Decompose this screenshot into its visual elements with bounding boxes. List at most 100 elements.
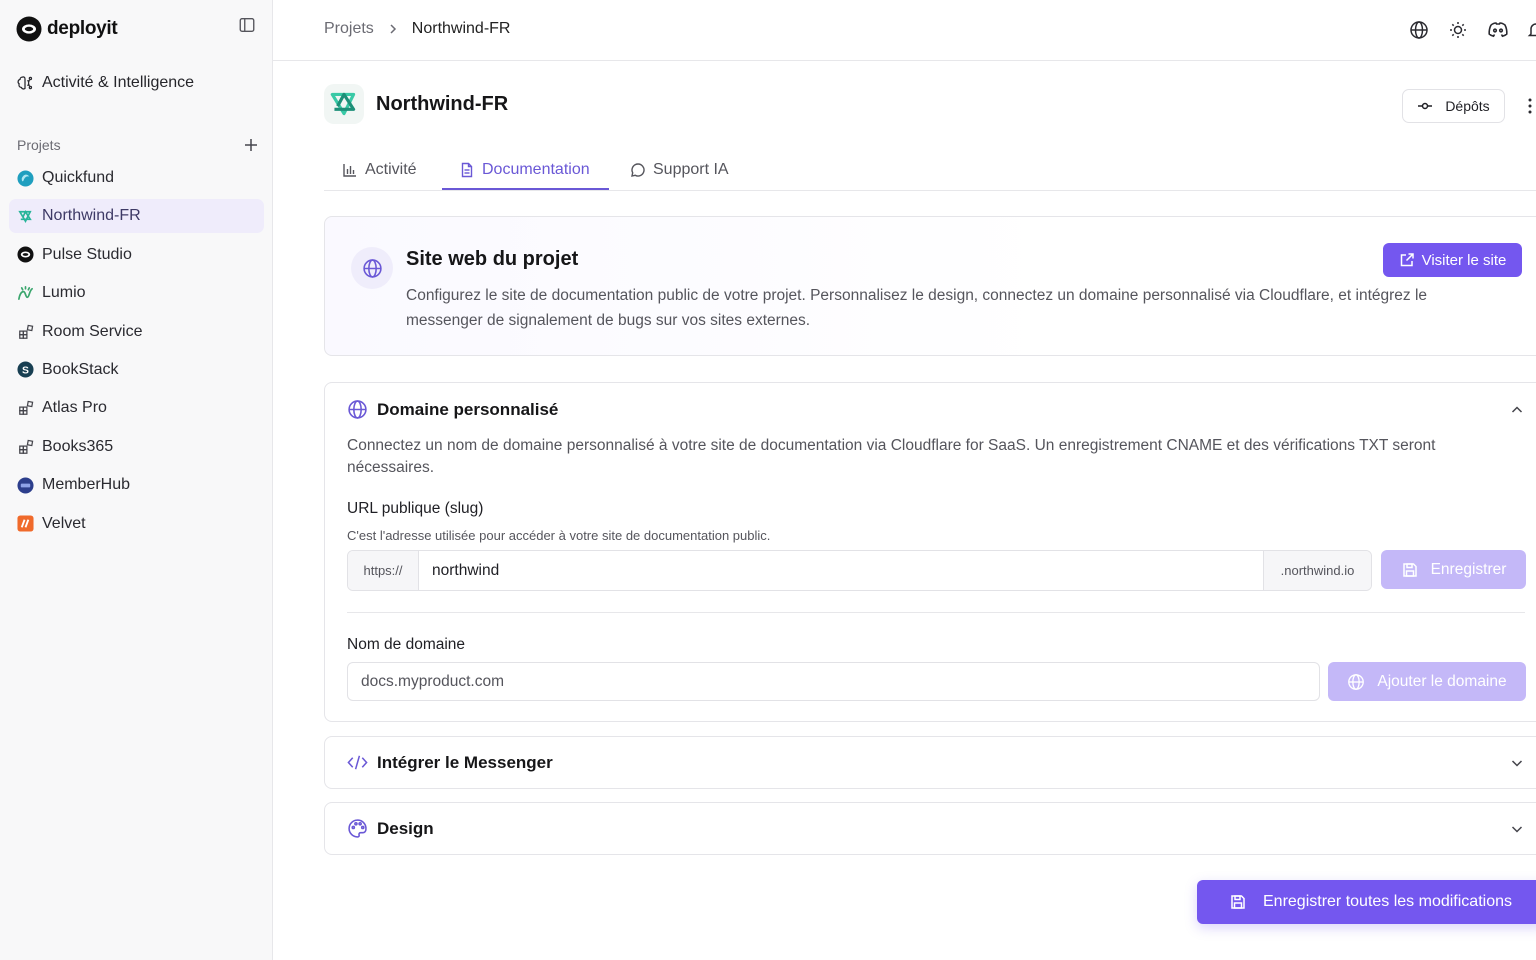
project-list: Quickfund Northwind-FR Pulse Studio Lumi… bbox=[9, 161, 264, 545]
pulse-logo-icon bbox=[17, 246, 34, 263]
chevron-down-icon[interactable] bbox=[1509, 821, 1525, 837]
visit-site-button[interactable]: Visiter le site bbox=[1383, 243, 1522, 277]
bar-chart-icon bbox=[343, 163, 356, 177]
nav-activity-label: Activité & Intelligence bbox=[42, 74, 195, 91]
lumio-logo-icon bbox=[17, 285, 34, 302]
project-label: Quickfund bbox=[42, 169, 115, 186]
project-label: Room Service bbox=[42, 322, 143, 340]
add-domain-button[interactable]: Ajouter le domaine bbox=[1328, 662, 1526, 701]
globe-icon bbox=[348, 400, 367, 419]
sidebar-project-room-service[interactable]: Room Service bbox=[9, 315, 264, 349]
site-card-description: Configurez le site de documentation publ… bbox=[406, 287, 1428, 329]
custom-domain-description: Connectez un nom de domaine personnalisé… bbox=[347, 437, 1436, 476]
save-slug-button[interactable]: Enregistrer bbox=[1381, 550, 1526, 589]
palette-icon bbox=[348, 819, 367, 838]
globe-icon bbox=[1348, 673, 1365, 690]
brand[interactable]: deployit bbox=[16, 16, 118, 42]
slug-input-group: https:// .northwind.io bbox=[347, 550, 1372, 591]
project-label: BookStack bbox=[42, 360, 119, 378]
brand-name: deployit bbox=[47, 18, 118, 39]
add-project-plus-icon[interactable] bbox=[243, 137, 259, 153]
sidebar-project-northwind-fr[interactable]: Northwind-FR bbox=[9, 199, 264, 234]
custom-domain-header[interactable]: Domaine personnalisé bbox=[347, 399, 558, 420]
code-icon bbox=[347, 755, 368, 770]
design-header[interactable]: Design bbox=[347, 818, 434, 839]
add-domain-label: Ajouter le domaine bbox=[1377, 672, 1507, 690]
active-tab-indicator bbox=[442, 188, 609, 190]
globe-icon bbox=[351, 247, 393, 289]
slug-help-text: C'est l'adresse utilisée pour accéder à … bbox=[347, 528, 771, 543]
project-label: MemberHub bbox=[42, 476, 131, 494]
project-grid-icon bbox=[17, 400, 34, 417]
sidebar-project-velvet[interactable]: Velvet bbox=[9, 507, 264, 541]
brain-icon bbox=[17, 76, 33, 90]
projects-title: Projets bbox=[17, 137, 61, 153]
domain-name-input[interactable] bbox=[347, 662, 1320, 701]
document-icon bbox=[461, 162, 473, 177]
discord-icon[interactable] bbox=[1487, 20, 1508, 40]
sidebar-project-bookstack[interactable]: S BookStack bbox=[9, 353, 264, 387]
bell-icon[interactable] bbox=[1526, 20, 1536, 40]
site-card-title: Site web du projet bbox=[406, 248, 579, 270]
velvet-logo-icon bbox=[17, 515, 34, 532]
quickfund-logo-icon bbox=[17, 169, 34, 187]
save-slug-label: Enregistrer bbox=[1430, 560, 1507, 578]
messenger-title: Intégrer le Messenger bbox=[377, 752, 553, 772]
design-card[interactable]: Design bbox=[324, 802, 1536, 855]
save-icon bbox=[1231, 895, 1245, 909]
deployit-logo-icon bbox=[16, 16, 42, 42]
save-all-label: Enregistrer toutes les modifications bbox=[1263, 893, 1512, 910]
projects-section-header: Projets bbox=[17, 137, 259, 153]
project-label: Velvet bbox=[42, 514, 86, 532]
save-icon bbox=[1402, 562, 1417, 577]
sidebar-project-memberhub[interactable]: MemberHub bbox=[9, 468, 264, 502]
depots-button[interactable]: Dépôts bbox=[1402, 89, 1505, 123]
save-all-changes-button[interactable]: Enregistrer toutes les modifications bbox=[1197, 880, 1536, 924]
tab-label: Activité bbox=[365, 160, 417, 178]
tab-label: Support IA bbox=[653, 160, 729, 178]
sidebar-project-atlas-pro[interactable]: Atlas Pro bbox=[9, 391, 264, 425]
slug-input[interactable] bbox=[419, 551, 1263, 590]
bookstack-logo-icon: S bbox=[17, 361, 34, 378]
page-title: Northwind-FR bbox=[376, 92, 509, 115]
project-label: Northwind-FR bbox=[42, 207, 141, 225]
project-label: Atlas Pro bbox=[42, 399, 107, 417]
custom-domain-title: Domaine personnalisé bbox=[377, 399, 559, 419]
northwind-logo-icon bbox=[17, 208, 34, 225]
slug-prefix: https:// bbox=[348, 551, 419, 590]
chevron-up-icon[interactable] bbox=[1509, 402, 1525, 418]
northwind-logo-icon bbox=[324, 84, 364, 124]
tab-documentation[interactable]: Documentation bbox=[459, 148, 590, 191]
messenger-card[interactable]: Intégrer le Messenger bbox=[324, 736, 1536, 789]
sidebar: deployit Activité & Intelligence Projets… bbox=[0, 0, 273, 960]
messenger-header[interactable]: Intégrer le Messenger bbox=[347, 752, 553, 773]
slug-suffix: .northwind.io bbox=[1263, 551, 1371, 590]
chat-bubble-icon bbox=[631, 162, 645, 177]
breadcrumb-current: Northwind-FR bbox=[411, 20, 511, 37]
section-divider bbox=[347, 612, 1525, 613]
nav-activity-intelligence[interactable]: Activité & Intelligence bbox=[16, 74, 194, 92]
project-site-card: Site web du projet Configurez le site de… bbox=[324, 216, 1536, 356]
breadcrumb-projects-link[interactable]: Projets bbox=[324, 20, 374, 38]
sidebar-project-pulse-studio[interactable]: Pulse Studio bbox=[9, 238, 264, 272]
external-link-icon bbox=[1400, 253, 1414, 267]
sidebar-project-lumio[interactable]: Lumio bbox=[9, 276, 264, 310]
depots-label: Dépôts bbox=[1445, 98, 1490, 114]
visit-site-label: Visiter le site bbox=[1421, 251, 1507, 269]
sidebar-project-books365[interactable]: Books365 bbox=[9, 430, 264, 464]
globe-icon[interactable] bbox=[1409, 20, 1429, 40]
project-grid-icon bbox=[17, 438, 34, 455]
project-tabs: Activité Documentation Support IA bbox=[324, 148, 1536, 191]
tab-support-ia[interactable]: Support IA bbox=[630, 148, 729, 191]
project-header: Northwind-FR bbox=[324, 84, 508, 124]
chevron-right-icon bbox=[386, 22, 400, 36]
sun-theme-icon[interactable] bbox=[1448, 20, 1468, 40]
memberhub-logo-icon bbox=[17, 477, 34, 494]
design-title: Design bbox=[377, 818, 434, 838]
more-vertical-icon[interactable] bbox=[1524, 97, 1536, 115]
chevron-down-icon[interactable] bbox=[1509, 755, 1525, 771]
svg-text:S: S bbox=[22, 366, 29, 377]
sidebar-toggle-icon[interactable] bbox=[238, 16, 258, 36]
tab-activite[interactable]: Activité bbox=[342, 148, 417, 191]
sidebar-project-quickfund[interactable]: Quickfund bbox=[9, 161, 264, 195]
